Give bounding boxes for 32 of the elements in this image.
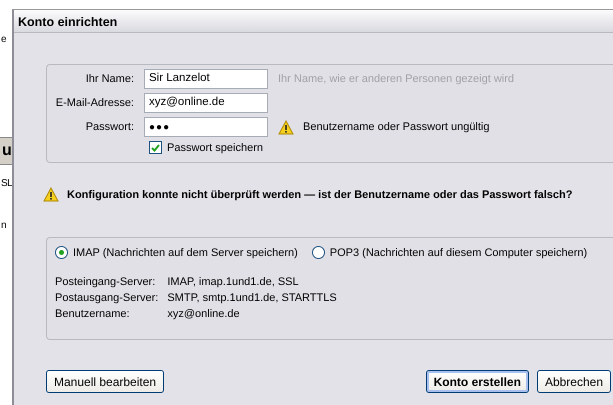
field-label: E-Mail-Adresse:	[54, 97, 134, 109]
field-hint: Ihr Name, wie er anderen Personen gezeigt wird	[278, 73, 516, 85]
warning-icon	[278, 120, 294, 134]
text-field[interactable]: xyz@online.de	[144, 93, 268, 113]
background-text: SL	[1, 178, 12, 189]
detail-label: Posteingang-Server:	[55, 276, 156, 288]
checkbox-label[interactable]: Passwort speichern	[167, 142, 263, 154]
error-message: Konfiguration konnte nicht überprüft werden — ist der Benutzername oder das Passwort falsch?	[67, 188, 572, 200]
detail-value: xyz@online.de	[167, 308, 241, 320]
radio-button[interactable]	[55, 246, 68, 259]
dialog-button[interactable]: Abbrechen	[536, 370, 611, 393]
field-label: Ihr Name:	[84, 73, 134, 85]
detail-label: Postausgang-Server:	[55, 292, 158, 304]
detail-value: IMAP, imap.1und1.de, SSL	[167, 276, 300, 288]
warning-text: Benutzername oder Passwort ungültig	[303, 121, 490, 133]
radio-label[interactable]: POP3 (Nachrichten auf diesem Computer speichern)	[330, 246, 588, 258]
text-field[interactable]: Sir Lanzelot	[144, 69, 268, 89]
dialog-button[interactable]: Konto erstellen	[426, 370, 529, 393]
password-field[interactable]: ●●●	[144, 117, 268, 137]
window-title: Konto einrichten	[14, 10, 613, 33]
background-text: e	[1, 34, 6, 45]
checkbox[interactable]	[149, 141, 162, 154]
background-text: n	[1, 220, 6, 231]
checkmark-icon	[151, 144, 160, 152]
field-label: Passwort:	[84, 121, 134, 133]
detail-value: SMTP, smtp.1und1.de, STARTTLS	[167, 292, 337, 304]
background-text: u	[0, 137, 12, 165]
warning-icon	[43, 187, 59, 202]
detail-label: Benutzername:	[55, 308, 131, 320]
radio-button[interactable]	[312, 246, 325, 259]
dialog-button[interactable]: Manuell bearbeiten	[46, 370, 164, 393]
radio-label[interactable]: IMAP (Nachrichten auf dem Server speichern)	[73, 246, 298, 258]
